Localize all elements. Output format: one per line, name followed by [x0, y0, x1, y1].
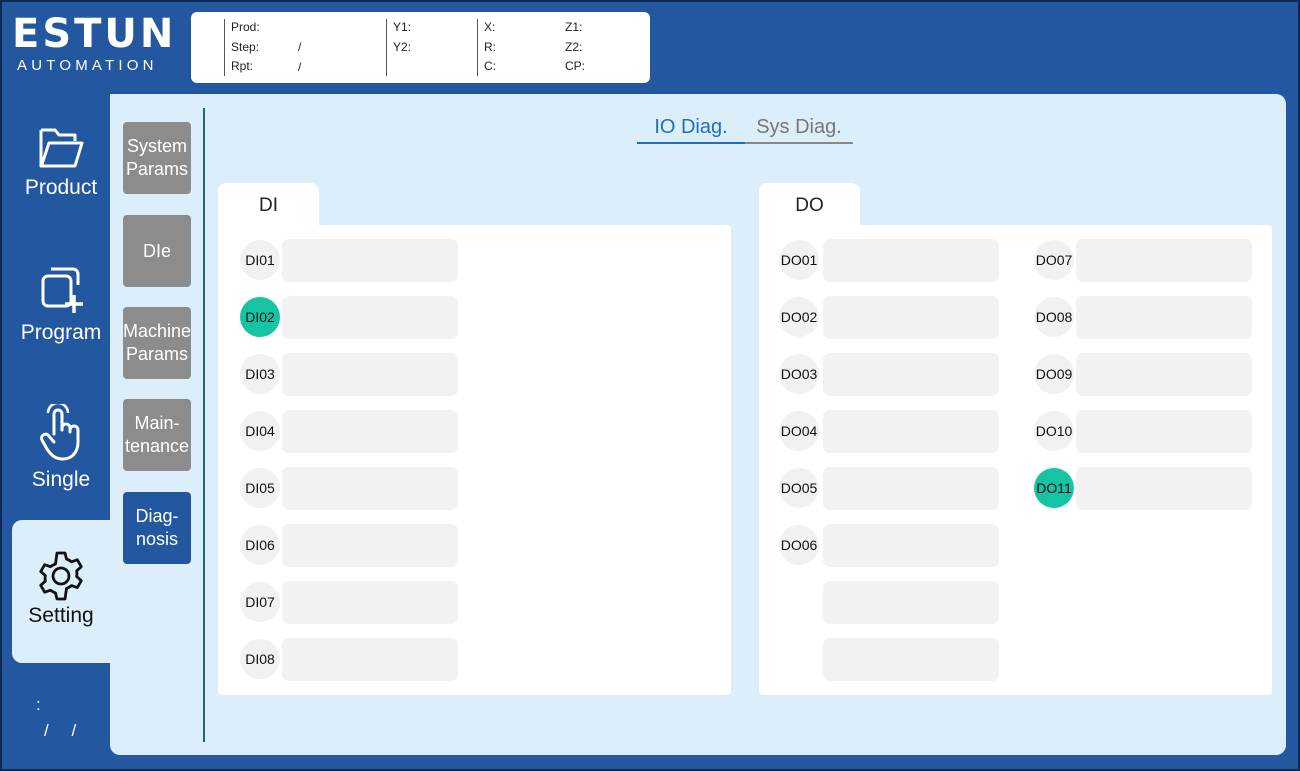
gear-icon: [39, 551, 83, 601]
do-indicator-do10: DO10: [1034, 411, 1074, 451]
do-value-box: [1076, 239, 1252, 282]
di-indicator-di02: DI02: [240, 297, 280, 337]
do-value-box: [823, 524, 999, 567]
do-value-box: [1076, 296, 1252, 339]
sub-nav-machine-params[interactable]: Machine Params: [123, 307, 191, 379]
y1-label: Y1:: [393, 20, 412, 34]
di-value-box: [282, 410, 458, 453]
x-label: X:: [484, 20, 496, 34]
do-indicator-do04: DO04: [779, 411, 819, 451]
nav-item-setting[interactable]: Setting: [12, 520, 122, 663]
do-card-tab: DO: [759, 183, 860, 227]
di-indicator-di05: DI05: [240, 468, 280, 508]
copy-add-icon: [41, 267, 83, 313]
di-indicator-di06: DI06: [240, 525, 280, 565]
info-separator: [386, 19, 387, 76]
do-indicator-do01: DO01: [779, 240, 819, 280]
info-col-4: Z1: Z2: CP:: [565, 18, 585, 77]
sub-nav-divider: [203, 108, 205, 742]
bottom-status: : / /: [36, 692, 76, 744]
step-value: /: [298, 40, 302, 54]
do-value-box: [823, 353, 999, 396]
do-value-box: [823, 467, 999, 510]
tab-io-diag[interactable]: IO Diag.: [637, 116, 745, 144]
di-value-box: [282, 524, 458, 567]
info-col-1: Prod: Step: Rpt:: [231, 18, 260, 77]
sub-nav-system-params[interactable]: System Params: [123, 122, 191, 194]
do-empty-box: [823, 638, 999, 681]
do-indicator-do09: DO09: [1034, 354, 1074, 394]
di-indicator-di08: DI08: [240, 639, 280, 679]
di-indicator-di04: DI04: [240, 411, 280, 451]
do-value-box: [1076, 467, 1252, 510]
nav-label-setting: Setting: [28, 604, 94, 627]
nav-item-program[interactable]: Program: [12, 267, 110, 345]
z2-label: Z2:: [565, 39, 583, 54]
logo-sub-text: AUTOMATION: [17, 57, 158, 74]
di-card-tab: DI: [218, 183, 319, 227]
sub-nav-maintenance[interactable]: Main- tenance: [123, 399, 191, 471]
nav-label-program: Program: [20, 321, 102, 344]
hand-pointer-icon: [40, 404, 80, 461]
estun-logo: ESTUN AUTOMATION: [12, 11, 177, 74]
di-value-box: [282, 296, 458, 339]
info-separator: [224, 19, 225, 76]
do-indicator-do11: DO11: [1034, 468, 1074, 508]
status-line-2: / /: [44, 721, 77, 740]
r-label: R:: [484, 39, 496, 54]
di-value-box: [282, 239, 458, 282]
do-indicator-do03: DO03: [779, 354, 819, 394]
do-indicator-do08: DO08: [1034, 297, 1074, 337]
logo-main-text: ESTUN: [12, 11, 177, 57]
do-indicator-do07: DO07: [1034, 240, 1074, 280]
step-label: Step:: [231, 39, 260, 54]
cp-label: CP:: [565, 59, 586, 73]
di-indicator-di03: DI03: [240, 354, 280, 394]
di-indicator-di07: DI07: [240, 582, 280, 622]
prod-label: Prod:: [231, 20, 260, 34]
rpt-label: Rpt:: [231, 59, 254, 73]
c-label: C:: [484, 59, 496, 73]
tab-sys-diag[interactable]: Sys Diag.: [745, 116, 853, 144]
sub-nav-diagnosis[interactable]: Diag- nosis: [123, 492, 191, 564]
do-value-box: [823, 296, 999, 339]
rpt-value: /: [298, 60, 302, 74]
nav-item-product[interactable]: Product: [12, 124, 110, 200]
do-value-box: [1076, 353, 1252, 396]
z1-label: Z1:: [565, 20, 583, 34]
nav-label-product: Product: [24, 176, 98, 199]
status-line-1: :: [36, 695, 41, 714]
info-col-2: Y1: Y2:: [393, 18, 411, 57]
folder-icon: [39, 128, 84, 168]
nav-item-single[interactable]: Single: [12, 404, 110, 492]
di-value-box: [282, 353, 458, 396]
nav-label-single: Single: [31, 468, 91, 491]
sub-nav-die[interactable]: DIe: [123, 215, 191, 287]
di-value-box: [282, 638, 458, 681]
y2-label: Y2:: [393, 39, 412, 54]
do-indicator-do05: DO05: [779, 468, 819, 508]
do-indicator-do06: DO06: [779, 525, 819, 565]
info-col-3: X: R: C:: [484, 18, 496, 77]
di-value-box: [282, 467, 458, 510]
info-separator: [477, 19, 478, 76]
status-info-panel: Prod: Step: Rpt: / / Y1: Y2: X: R: C: Z1…: [191, 12, 650, 83]
do-value-box: [823, 410, 999, 453]
di-value-box: [282, 581, 458, 624]
do-empty-box: [823, 581, 999, 624]
do-value-box: [1076, 410, 1252, 453]
do-value-box: [823, 239, 999, 282]
di-indicator-di01: DI01: [240, 240, 280, 280]
do-indicator-do02: DO02: [779, 297, 819, 337]
